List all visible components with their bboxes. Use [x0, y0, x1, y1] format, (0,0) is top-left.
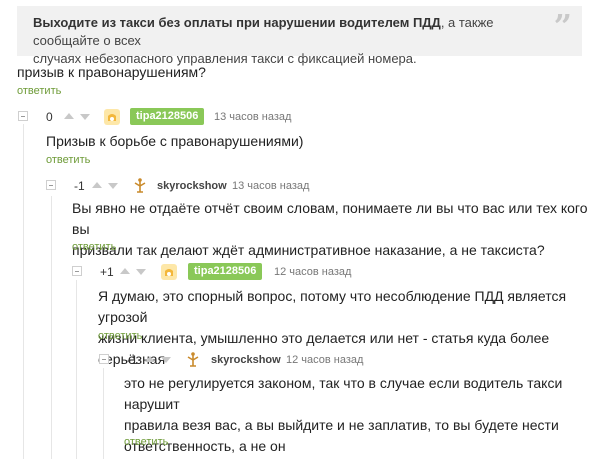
comment-time: 13 часов назад [214, 111, 292, 123]
comment-text: Призыв к борьбе с правонарушениями) [46, 131, 303, 152]
comment-text-line: призвали так делают ждёт административно… [72, 242, 545, 258]
collapse-button[interactable] [99, 354, 109, 364]
comment-rating: 0 [46, 110, 53, 124]
comment-text-line: это не регулируется законом, так что в с… [124, 375, 563, 412]
comment-time: 12 часов назад [286, 354, 364, 366]
comment-text-line: правила везя вас, а вы выйдите и не запл… [124, 417, 559, 433]
thread-line[interactable] [51, 196, 52, 459]
avatar[interactable] [184, 351, 202, 369]
reply-link[interactable]: ответить [46, 153, 90, 167]
comment-rating: +1 [100, 265, 114, 279]
vote-down-icon[interactable] [136, 269, 146, 275]
vote-down-icon[interactable] [80, 114, 90, 120]
comment-text: Вы явно не отдаёте отчёт своим словам, п… [72, 198, 600, 261]
vote-up-icon[interactable] [64, 113, 74, 119]
author-name[interactable]: tipa2128506 [188, 263, 263, 280]
quote-block: Выходите из такси без оплаты при нарушен… [17, 6, 582, 66]
reply-link[interactable]: ответить [98, 329, 142, 343]
vote-up-icon[interactable] [92, 182, 102, 188]
comment-text-line: Призыв к борьбе с правонарушениями) [46, 133, 304, 149]
thread-line[interactable] [76, 280, 77, 459]
reply-link[interactable]: ответить [72, 240, 116, 254]
comment-time: 12 часов назад [274, 266, 352, 278]
comment-rating: -1 [74, 179, 85, 193]
reply-link[interactable]: ответить [124, 435, 168, 449]
avatar[interactable] [103, 108, 121, 126]
vote-down-icon[interactable] [108, 183, 118, 189]
vote-up-icon[interactable] [145, 356, 155, 362]
quote-mark-icon: ” [553, 7, 572, 45]
author-name[interactable]: skyrockshow [211, 353, 281, 367]
author-name[interactable]: skyrockshow [157, 179, 227, 193]
thread-line[interactable] [103, 368, 104, 459]
collapse-button[interactable] [18, 111, 28, 121]
comment-text: это не регулируется законом, так что в с… [124, 373, 600, 457]
avatar[interactable] [160, 263, 178, 281]
comment-rating: -1 [127, 353, 138, 367]
reply-link[interactable]: ответить [17, 84, 61, 98]
vote-down-icon[interactable] [161, 357, 171, 363]
avatar[interactable] [131, 177, 149, 195]
comment-text-line: Вы явно не отдаёте отчёт своим словам, п… [72, 200, 588, 237]
collapse-button[interactable] [46, 180, 56, 190]
author-name[interactable]: tipa2128506 [130, 108, 205, 125]
quote-line-1: Выходите из такси без оплаты при нарушен… [33, 14, 548, 50]
comment-text-line: Я думаю, это спорный вопрос, потому что … [98, 288, 567, 325]
parent-comment-text: призыв к правонарушениям? [17, 64, 206, 80]
thread-line[interactable] [23, 124, 24, 459]
quote-bold-text: Выходите из такси без оплаты при нарушен… [33, 15, 441, 30]
vote-up-icon[interactable] [120, 268, 130, 274]
comment-time: 13 часов назад [232, 180, 310, 192]
collapse-button[interactable] [72, 266, 82, 276]
comment-text-line: ответственность, а не он [124, 438, 286, 454]
